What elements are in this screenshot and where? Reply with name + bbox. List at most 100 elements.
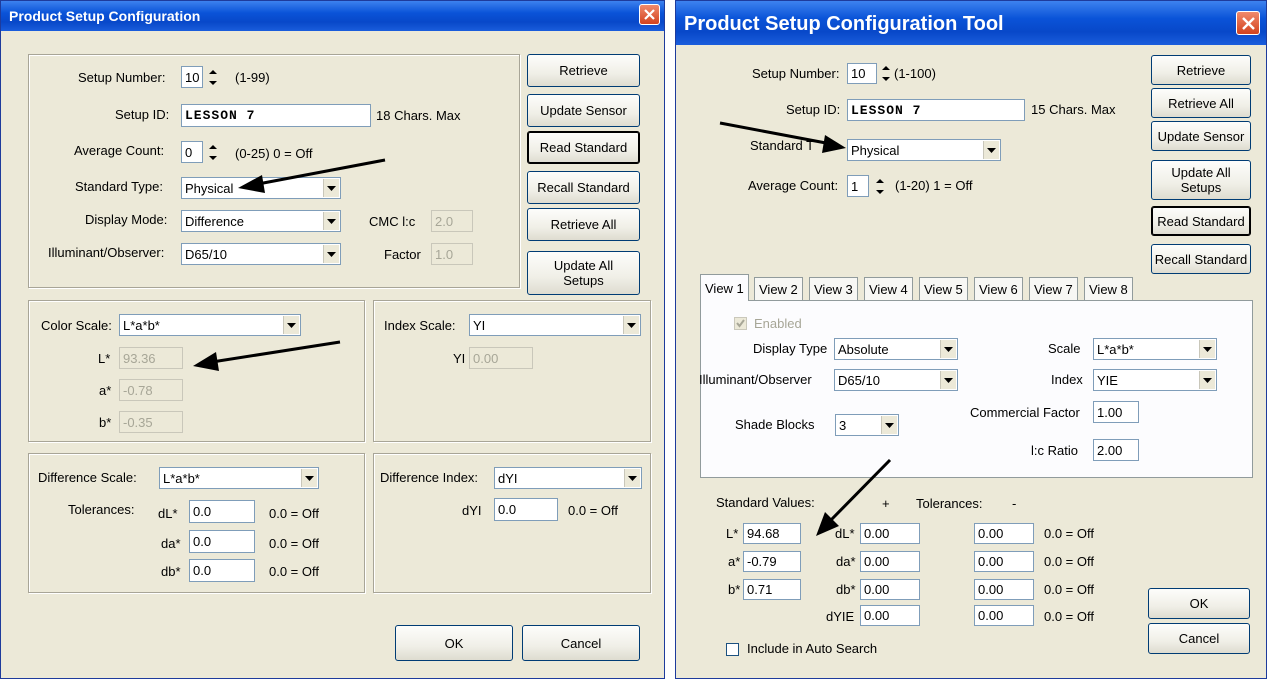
right-setup-id-field[interactable]: LESSON 7 [847,99,1025,121]
left-retrieve-all-button[interactable]: Retrieve All [527,208,640,241]
chevron-down-icon[interactable] [624,469,640,487]
chevron-down-icon[interactable] [323,179,339,197]
left-da-field[interactable]: 0.0 [189,530,255,553]
left-diff-scale-select[interactable]: L*a*b* [159,467,319,489]
right-update-sensor-button[interactable]: Update Sensor [1151,121,1251,151]
right-setup-number-field[interactable]: 10 [847,63,877,84]
chevron-down-icon[interactable] [283,316,299,334]
right-tol-dyie-minus-value: 0.00 [978,608,1004,623]
right-tol-dyie-minus-field[interactable]: 0.00 [974,605,1034,626]
right-lc-ratio-field[interactable]: 2.00 [1093,439,1139,461]
right-std-b-field[interactable]: 0.71 [743,579,801,600]
tab-view-2[interactable]: View 2 [754,277,803,300]
right-average-count-spinner[interactable] [872,175,888,197]
tab-view-4[interactable]: View 4 [864,277,913,300]
left-setup-id-field[interactable]: LESSON 7 [181,104,371,127]
left-cancel-button[interactable]: Cancel [522,625,640,661]
chevron-down-icon[interactable] [1199,340,1215,358]
left-read-standard-button[interactable]: Read Standard [527,131,640,164]
left-update-all-setups-button[interactable]: Update All Setups [527,251,640,295]
tab-view-3[interactable]: View 3 [809,277,858,300]
right-auto-search-checkbox[interactable] [726,643,739,656]
right-retrieve-all-button[interactable]: Retrieve All [1151,88,1251,118]
left-setup-number-spinner[interactable] [205,66,221,88]
right-tol-da-plus-field[interactable]: 0.00 [860,551,920,572]
left-standard-type-label: Standard Type: [75,179,163,194]
left-illum-select[interactable]: D65/10 [181,243,341,265]
right-setup-number-spinner[interactable] [878,63,894,84]
chevron-down-icon[interactable] [301,469,317,487]
left-display-mode-select[interactable]: Difference [181,210,341,232]
right-std-l-field[interactable]: 94.68 [743,523,801,544]
right-index-select[interactable]: YIE [1093,369,1217,391]
right-retrieve-button[interactable]: Retrieve [1151,55,1251,85]
left-update-sensor-button[interactable]: Update Sensor [527,94,640,127]
left-standard-type-value: Physical [185,180,234,196]
right-illum-select[interactable]: D65/10 [834,369,958,391]
tab-view-3-label: View 3 [814,281,853,297]
right-std-a-field[interactable]: -0.79 [743,551,801,572]
left-factor-field: 1.0 [431,243,473,265]
left-ok-button[interactable]: OK [395,625,513,661]
left-index-scale-select[interactable]: YI [469,314,641,336]
left-setups-label: Setups [563,273,604,288]
left-average-count-field[interactable]: 0 [181,141,203,163]
tab-view-6[interactable]: View 6 [974,277,1023,300]
left-recall-standard-button[interactable]: Recall Standard [527,171,640,204]
right-commercial-factor-field[interactable]: 1.00 [1093,401,1139,423]
left-standard-type-select[interactable]: Physical [181,177,341,199]
tab-view-7[interactable]: View 7 [1029,277,1078,300]
left-close-button[interactable] [639,4,660,25]
left-average-count-spinner[interactable] [205,141,221,163]
right-scale-label: Scale [1048,341,1081,356]
right-close-button[interactable] [1236,11,1260,35]
left-dyi-field[interactable]: 0.0 [494,498,558,521]
right-title-bar[interactable]: Product Setup Configuration Tool [676,1,1266,45]
right-tol-db-plus-field[interactable]: 0.00 [860,579,920,600]
right-cancel-button[interactable]: Cancel [1148,623,1250,654]
chevron-down-icon[interactable] [1199,371,1215,389]
chevron-down-icon[interactable] [323,245,339,263]
right-read-standard-button[interactable]: Read Standard [1151,206,1251,236]
spin-down-icon[interactable] [872,186,888,197]
right-scale-select[interactable]: L*a*b* [1093,338,1217,360]
chevron-down-icon[interactable] [323,212,339,230]
chevron-down-icon[interactable] [881,416,897,434]
right-tol-dl-minus-field[interactable]: 0.00 [974,523,1034,544]
left-setup-number-range: (1-99) [235,70,270,85]
spin-up-icon[interactable] [205,141,221,152]
spin-up-icon[interactable] [872,175,888,186]
tab-view-5[interactable]: View 5 [919,277,968,300]
spin-down-icon[interactable] [205,152,221,163]
left-color-scale-select[interactable]: L*a*b* [119,314,301,336]
left-title-bar[interactable]: Product Setup Configuration [1,1,664,31]
right-recall-standard-button[interactable]: Recall Standard [1151,244,1251,274]
right-average-count-field[interactable]: 1 [847,175,869,197]
left-retrieve-button[interactable]: Retrieve [527,54,640,87]
left-dl-field[interactable]: 0.0 [189,500,255,523]
chevron-down-icon[interactable] [623,316,639,334]
chevron-down-icon[interactable] [940,340,956,358]
right-update-all-setups-button[interactable]: Update All Setups [1151,160,1251,200]
right-ok-button[interactable]: OK [1148,588,1250,619]
right-display-type-select[interactable]: Absolute [834,338,958,360]
right-tol-dl-plus-field[interactable]: 0.00 [860,523,920,544]
chevron-down-icon[interactable] [940,371,956,389]
left-diff-index-select[interactable]: dYI [494,467,642,489]
left-setup-number-field[interactable]: 10 [181,66,203,88]
chevron-down-icon[interactable] [983,141,999,159]
right-tol-db-minus-field[interactable]: 0.00 [974,579,1034,600]
right-standard-values-label: Standard Values: [716,495,815,510]
tab-view-8[interactable]: View 8 [1084,277,1133,300]
right-tol-dyie-plus-field[interactable]: 0.00 [860,605,920,626]
right-shade-blocks-select[interactable]: 3 [835,414,899,436]
spin-up-icon[interactable] [205,66,221,77]
tab-view-1[interactable]: View 1 [700,274,749,301]
spin-down-icon[interactable] [878,74,894,85]
right-standard-type-select[interactable]: Physical [847,139,1001,161]
spin-up-icon[interactable] [878,63,894,74]
right-tol-da-minus-field[interactable]: 0.00 [974,551,1034,572]
left-db-field[interactable]: 0.0 [189,559,255,582]
spin-down-icon[interactable] [205,77,221,88]
left-factor-value: 1.0 [435,246,454,262]
